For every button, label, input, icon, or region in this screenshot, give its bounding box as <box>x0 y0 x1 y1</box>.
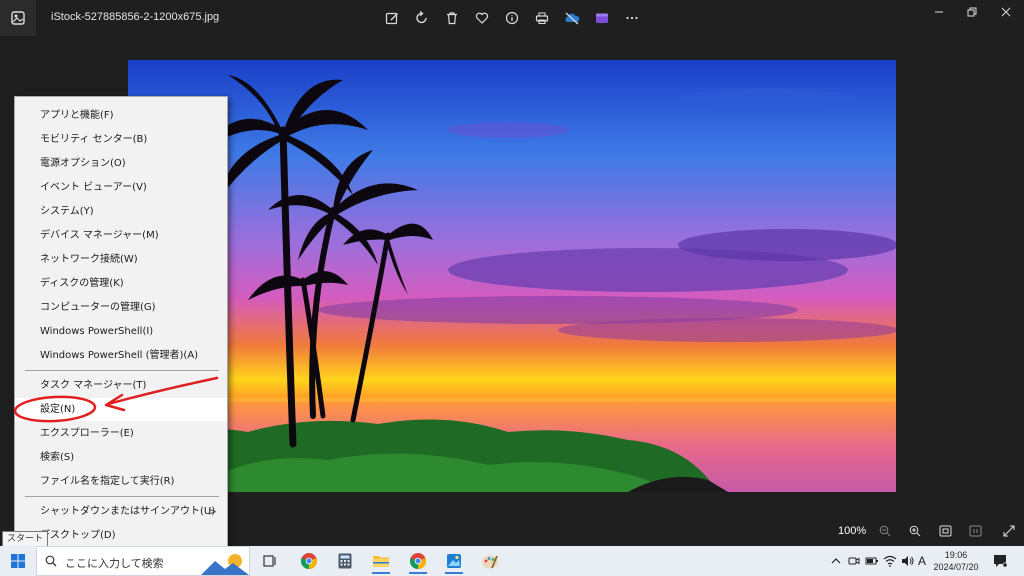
menu-item-event-viewer[interactable]: イベント ビューアー(V) <box>15 176 227 199</box>
menu-item-system[interactable]: システム(Y) <box>15 200 227 223</box>
search-placeholder: ここに入力して検索 <box>65 557 164 570</box>
actual-size-icon[interactable] <box>964 521 986 541</box>
menu-item-mobility-center[interactable]: モビリティ センター(B) <box>15 128 227 151</box>
photos-titlebar: iStock-527885856-2-1200x675.jpg <box>0 0 1024 36</box>
calculator-icon[interactable] <box>330 548 360 574</box>
menu-item-device-manager[interactable]: デバイス マネージャー(M) <box>15 224 227 247</box>
menu-item-shutdown-label: シャットダウンまたはサインアウト(U) <box>40 506 216 517</box>
sunset-photo <box>128 60 896 492</box>
favorite-icon[interactable] <box>470 6 494 30</box>
restore-icon[interactable] <box>955 0 989 24</box>
file-name-title: iStock-527885856-2-1200x675.jpg <box>51 11 220 23</box>
photos-taskbar-icon[interactable] <box>439 548 469 574</box>
menu-item-computer-management[interactable]: コンピューターの管理(G) <box>15 296 227 319</box>
file-explorer-icon[interactable] <box>366 548 396 574</box>
clock-date: 2024/07/20 <box>933 562 979 572</box>
chrome-icon[interactable] <box>294 548 324 574</box>
menu-item-task-manager[interactable]: タスク マネージャー(T) <box>15 374 227 397</box>
edit-icon[interactable] <box>380 6 404 30</box>
fit-to-window-icon[interactable] <box>934 521 956 541</box>
taskbar: ここに入力して検索 A 19:06 2024/07/20 <box>0 546 1024 576</box>
menu-item-explorer[interactable]: エクスプローラー(E) <box>15 422 227 445</box>
menu-item-run[interactable]: ファイル名を指定して実行(R) <box>15 470 227 493</box>
print-icon[interactable] <box>530 6 554 30</box>
onedrive-icon[interactable] <box>560 6 584 30</box>
submenu-chevron-right-icon: > <box>207 505 217 518</box>
search-highlight-illustration-icon <box>201 554 249 575</box>
more-icon[interactable] <box>620 6 644 30</box>
fullscreen-icon[interactable] <box>998 521 1020 541</box>
menu-separator <box>25 496 219 497</box>
notification-center-icon[interactable] <box>992 552 1008 570</box>
search-icon <box>45 555 57 567</box>
clock-time: 19:06 <box>944 550 968 560</box>
volume-icon[interactable] <box>900 552 916 570</box>
info-icon[interactable] <box>500 6 524 30</box>
menu-item-shutdown-signout[interactable]: シャットダウンまたはサインアウト(U) > <box>15 500 227 523</box>
chrome-active-icon[interactable] <box>403 548 433 574</box>
taskbar-search-box[interactable]: ここに入力して検索 <box>36 546 250 576</box>
delete-icon[interactable] <box>440 6 464 30</box>
zoom-out-icon[interactable] <box>874 521 896 541</box>
minimize-icon[interactable] <box>922 0 956 24</box>
zoom-level: 100% <box>838 525 867 537</box>
ime-indicator[interactable]: A <box>918 554 926 568</box>
task-view-icon[interactable] <box>255 548 285 574</box>
menu-item-disk-management[interactable]: ディスクの管理(K) <box>15 272 227 295</box>
start-button[interactable] <box>0 546 36 576</box>
clipchamp-icon[interactable] <box>590 6 614 30</box>
menu-item-settings[interactable]: 設定(N) <box>15 398 227 421</box>
photo-toolbar <box>380 6 644 30</box>
paint-icon[interactable] <box>475 548 505 574</box>
meet-now-icon[interactable] <box>846 552 862 570</box>
wifi-icon[interactable] <box>882 552 898 570</box>
menu-item-network-connections[interactable]: ネットワーク接続(W) <box>15 248 227 271</box>
taskbar-clock[interactable]: 19:06 2024/07/20 <box>930 549 982 573</box>
battery-icon[interactable] <box>864 552 880 570</box>
menu-item-power-options[interactable]: 電源オプション(O) <box>15 152 227 175</box>
menu-item-apps-features[interactable]: アプリと機能(F) <box>15 104 227 127</box>
close-icon[interactable] <box>989 0 1023 24</box>
menu-separator <box>25 370 219 371</box>
windows-logo-icon <box>11 554 25 568</box>
menu-item-powershell-admin[interactable]: Windows PowerShell (管理者)(A) <box>15 344 227 367</box>
rotate-icon[interactable] <box>410 6 434 30</box>
menu-item-search[interactable]: 検索(S) <box>15 446 227 469</box>
menu-item-powershell[interactable]: Windows PowerShell(I) <box>15 320 227 343</box>
winx-context-menu: アプリと機能(F) モビリティ センター(B) 電源オプション(O) イベント … <box>14 96 228 550</box>
tray-chevron-up-icon[interactable] <box>828 552 844 570</box>
zoom-in-icon[interactable] <box>904 521 926 541</box>
photos-app-icon[interactable] <box>0 0 36 36</box>
